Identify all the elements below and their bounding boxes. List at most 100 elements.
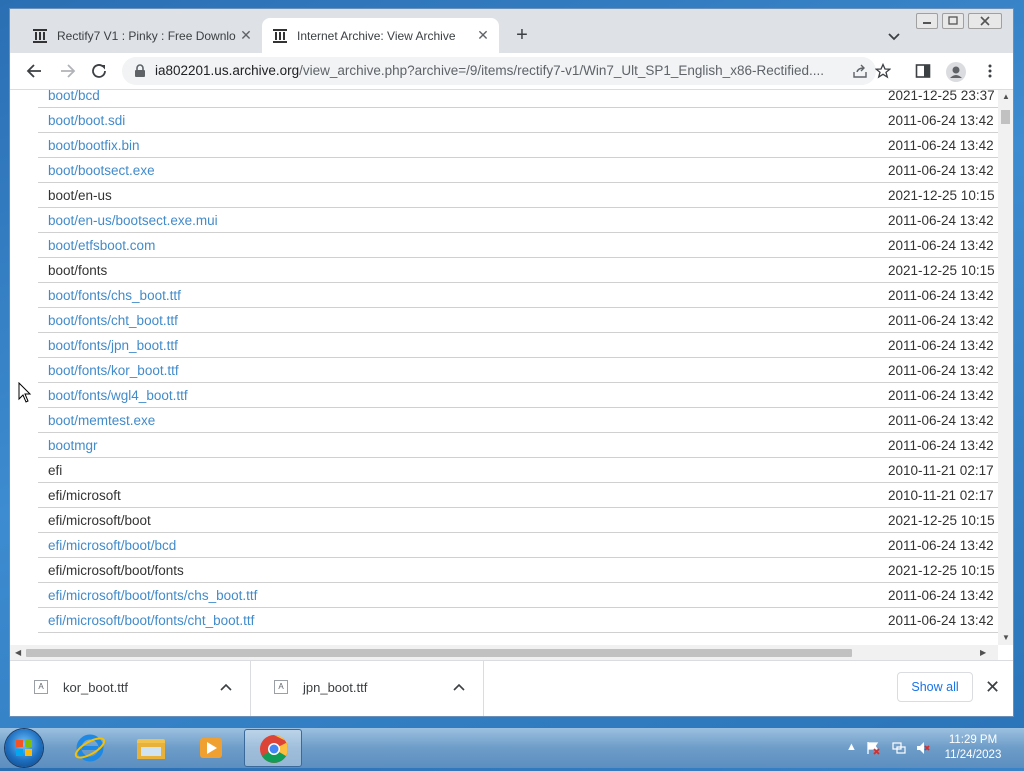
font-file-icon: A bbox=[34, 680, 48, 694]
close-window-button[interactable] bbox=[968, 13, 1002, 29]
action-center-flag-icon[interactable] bbox=[866, 741, 880, 755]
vertical-scrollbar[interactable]: ▲ ▼ bbox=[998, 90, 1013, 645]
lock-icon bbox=[135, 64, 145, 77]
back-arrow-icon[interactable] bbox=[24, 60, 46, 82]
internet-archive-icon bbox=[273, 28, 287, 43]
file-row: boot/fonts/jpn_boot.ttf 2011-06-24 13:42 bbox=[10, 333, 998, 358]
tab-rectify7[interactable]: Rectify7 V1 : Pinky : Free Download, Bor… bbox=[22, 18, 262, 53]
file-row: boot/en-us 2021-12-25 10:15 bbox=[10, 183, 998, 208]
file-date: 2011-06-24 13:42 bbox=[888, 288, 994, 303]
scroll-left-icon[interactable]: ◀ bbox=[15, 648, 21, 657]
file-date: 2011-06-24 13:42 bbox=[888, 138, 994, 153]
tab-strip: Rectify7 V1 : Pinky : Free Download, Bor… bbox=[10, 9, 1013, 53]
bookmark-star-icon[interactable] bbox=[875, 63, 891, 79]
file-explorer-icon bbox=[137, 739, 165, 759]
file-row: boot/fonts/chs_boot.ttf 2011-06-24 13:42 bbox=[10, 283, 998, 308]
file-date: 2021-12-25 10:15 bbox=[888, 513, 995, 528]
tab-title: Internet Archive: View Archive bbox=[297, 28, 456, 43]
file-date: 2011-06-24 13:42 bbox=[888, 388, 994, 403]
file-link[interactable]: boot/etfsboot.com bbox=[48, 238, 155, 253]
file-row: boot/bootsect.exe 2011-06-24 13:42 bbox=[10, 158, 998, 183]
taskbar-media-player[interactable] bbox=[182, 729, 240, 767]
minimize-button[interactable] bbox=[916, 13, 938, 29]
file-date: 2011-06-24 13:42 bbox=[888, 313, 994, 328]
file-link[interactable]: efi/microsoft/boot/fonts/cht_boot.ttf bbox=[48, 613, 254, 628]
maximize-button[interactable] bbox=[942, 13, 964, 29]
chevron-up-icon[interactable] bbox=[220, 682, 232, 692]
show-all-button[interactable]: Show all bbox=[897, 672, 973, 702]
file-row: boot/fonts 2021-12-25 10:15 bbox=[10, 258, 998, 283]
file-link[interactable]: boot/fonts/chs_boot.ttf bbox=[48, 288, 181, 303]
file-date: 2010-11-21 02:17 bbox=[888, 488, 994, 503]
scroll-up-icon[interactable]: ▲ bbox=[1002, 92, 1010, 101]
url-host: ia802201.us.archive.org bbox=[155, 63, 300, 78]
taskbar-chrome[interactable] bbox=[244, 729, 302, 767]
windows-logo-icon bbox=[16, 740, 32, 756]
file-date: 2010-11-21 02:17 bbox=[888, 463, 994, 478]
chevron-down-icon[interactable] bbox=[884, 27, 904, 47]
file-date: 2011-06-24 13:42 bbox=[888, 438, 994, 453]
system-clock[interactable]: 11:29 PM 11/24/2023 bbox=[940, 733, 1006, 763]
file-date: 2011-06-24 13:42 bbox=[888, 163, 994, 178]
menu-dots-icon[interactable] bbox=[982, 63, 998, 79]
file-link[interactable]: boot/bootfix.bin bbox=[48, 138, 140, 153]
scrollbar-thumb[interactable] bbox=[26, 649, 852, 657]
horizontal-scrollbar[interactable]: ◀ ▶ bbox=[10, 645, 998, 660]
file-row: efi/microsoft/boot/fonts/cht_boot.ttf 201… bbox=[10, 608, 998, 633]
directory-name: boot/fonts bbox=[48, 263, 108, 278]
file-date: 2021-12-25 23:37 bbox=[888, 90, 995, 103]
row-divider bbox=[38, 632, 998, 633]
side-panel-icon[interactable] bbox=[915, 63, 931, 79]
browser-toolbar: ia802201.us.archive.org/view_archive.php… bbox=[10, 53, 1013, 90]
scroll-right-icon[interactable]: ▶ bbox=[980, 648, 986, 657]
media-player-icon bbox=[200, 738, 222, 758]
reload-icon[interactable] bbox=[88, 60, 110, 82]
share-icon[interactable] bbox=[852, 63, 868, 79]
chevron-up-icon[interactable] bbox=[453, 682, 465, 692]
file-link[interactable]: boot/bootsect.exe bbox=[48, 163, 155, 178]
file-link[interactable]: boot/fonts/kor_boot.ttf bbox=[48, 363, 179, 378]
close-tab-icon[interactable]: ✕ bbox=[473, 27, 493, 44]
file-link[interactable]: boot/en-us/bootsect.exe.mui bbox=[48, 213, 218, 228]
file-row: boot/en-us/bootsect.exe.mui 2011-06-24 13… bbox=[10, 208, 998, 233]
file-link[interactable]: efi/microsoft/boot/fonts/chs_boot.ttf bbox=[48, 588, 257, 603]
file-row: efi/microsoft/boot/fonts/chs_boot.ttf 201… bbox=[10, 583, 998, 608]
file-link[interactable]: boot/memtest.exe bbox=[48, 413, 155, 428]
taskbar-internet-explorer[interactable] bbox=[62, 729, 120, 767]
file-link[interactable]: bootmgr bbox=[48, 438, 98, 453]
mouse-cursor-icon bbox=[18, 382, 32, 403]
profile-avatar-icon[interactable] bbox=[946, 62, 966, 82]
close-download-bar-icon[interactable]: ✕ bbox=[985, 677, 1000, 698]
close-tab-icon[interactable]: ✕ bbox=[236, 27, 256, 44]
tab-view-archive[interactable]: Internet Archive: View Archive ✕ bbox=[262, 18, 499, 53]
file-link[interactable]: boot/fonts/jpn_boot.ttf bbox=[48, 338, 178, 353]
download-item[interactable]: A kor_boot.ttf bbox=[10, 661, 251, 716]
directory-name: boot/en-us bbox=[48, 188, 112, 203]
new-tab-button[interactable]: + bbox=[510, 24, 534, 48]
internet-explorer-icon bbox=[74, 734, 106, 762]
forward-arrow-icon[interactable] bbox=[56, 60, 78, 82]
file-row: efi/microsoft/boot/fonts 2021-12-25 10:15 bbox=[10, 558, 998, 583]
file-link[interactable]: boot/fonts/wgl4_boot.ttf bbox=[48, 388, 188, 403]
scrollbar-thumb[interactable] bbox=[1001, 110, 1010, 124]
show-hidden-icons[interactable]: ▲ bbox=[846, 741, 860, 755]
download-item[interactable]: A jpn_boot.ttf bbox=[250, 661, 484, 716]
volume-muted-icon[interactable] bbox=[916, 741, 930, 755]
file-date: 2011-06-24 13:42 bbox=[888, 363, 994, 378]
start-button[interactable] bbox=[5, 729, 43, 767]
file-date: 2021-12-25 10:15 bbox=[888, 188, 995, 203]
scroll-down-icon[interactable]: ▼ bbox=[1002, 633, 1010, 642]
chrome-icon bbox=[260, 735, 288, 763]
file-link[interactable]: boot/boot.sdi bbox=[48, 113, 125, 128]
taskbar-file-explorer[interactable] bbox=[122, 729, 180, 767]
network-icon[interactable] bbox=[892, 741, 906, 755]
address-bar[interactable]: ia802201.us.archive.org/view_archive.php… bbox=[122, 57, 876, 85]
file-link[interactable]: efi/microsoft/boot/bcd bbox=[48, 538, 176, 553]
file-row: boot/bcd 2021-12-25 23:37 bbox=[10, 90, 998, 108]
file-row: bootmgr 2011-06-24 13:42 bbox=[10, 433, 998, 458]
file-link[interactable]: boot/fonts/cht_boot.ttf bbox=[48, 313, 178, 328]
file-row: boot/fonts/cht_boot.ttf 2011-06-24 13:42 bbox=[10, 308, 998, 333]
url-text[interactable]: ia802201.us.archive.org/view_archive.php… bbox=[155, 63, 843, 78]
file-link[interactable]: boot/bcd bbox=[48, 90, 100, 103]
file-row: boot/etfsboot.com 2011-06-24 13:42 bbox=[10, 233, 998, 258]
